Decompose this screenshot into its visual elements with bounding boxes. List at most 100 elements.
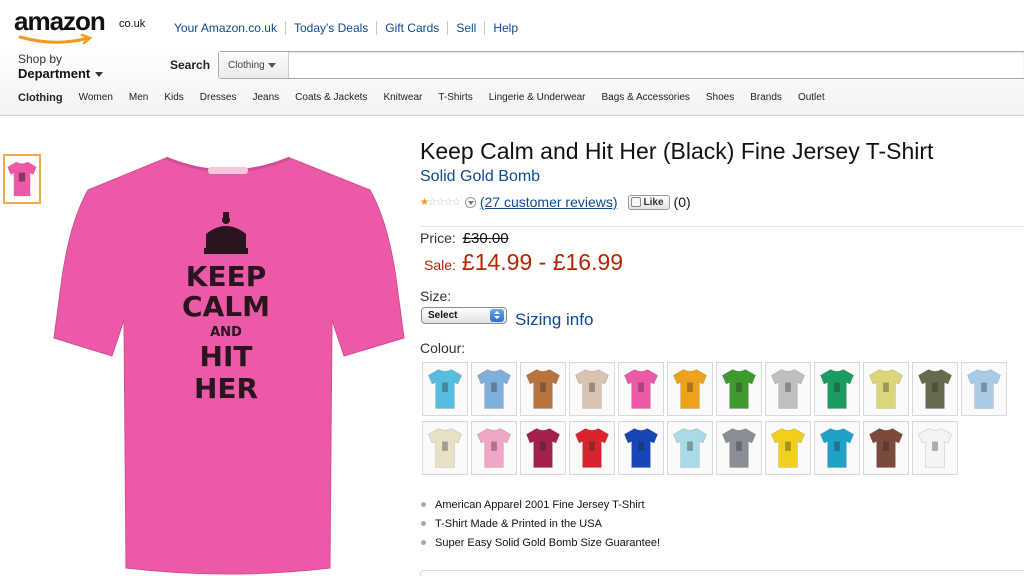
tshirt-swatch-icon [525, 428, 561, 468]
price-label: Price: [420, 230, 456, 246]
star-rating[interactable]: ★☆☆☆☆ [420, 197, 461, 208]
colour-swatch[interactable] [863, 362, 909, 416]
cat-lingerie[interactable]: Lingerie & Underwear [481, 92, 594, 104]
like-button[interactable]: Like [627, 194, 670, 210]
tshirt-swatch-icon [770, 369, 806, 409]
product-thumbnail[interactable] [3, 154, 41, 204]
tshirt-swatch-icon [819, 428, 855, 468]
tshirt-swatch-icon [574, 428, 610, 468]
logo-wordmark: amazon [14, 6, 106, 36]
top-nav: Your Amazon.co.uk Today's Deals Gift Car… [166, 21, 526, 35]
tshirt-swatch-icon [868, 369, 904, 409]
shirt-line-calm: CALM [182, 290, 270, 323]
colour-swatch[interactable] [471, 362, 517, 416]
nav-help[interactable]: Help [485, 21, 526, 35]
colour-swatch[interactable] [422, 421, 468, 475]
colour-swatch[interactable] [618, 421, 664, 475]
cat-men[interactable]: Men [121, 92, 156, 104]
tshirt-swatch-icon [427, 428, 463, 468]
sale-row: Sale: £14.99 - £16.99 [424, 249, 623, 276]
cat-t-shirts[interactable]: T-Shirts [430, 92, 480, 104]
nav-todays-deals[interactable]: Today's Deals [286, 21, 378, 35]
sale-label: Sale: [424, 257, 456, 273]
cat-women[interactable]: Women [71, 92, 121, 104]
divider [420, 570, 1024, 576]
tshirt-swatch-icon [721, 369, 757, 409]
cat-clothing[interactable]: Clothing [10, 92, 71, 104]
colour-swatch[interactable] [520, 362, 566, 416]
product-title: Keep Calm and Hit Her (Black) Fine Jerse… [420, 138, 934, 164]
colour-swatch[interactable] [961, 362, 1007, 416]
cat-shoes[interactable]: Shoes [698, 92, 742, 104]
colour-swatch[interactable] [520, 421, 566, 475]
cat-coats-jackets[interactable]: Coats & Jackets [287, 92, 375, 104]
chevron-down-icon[interactable] [464, 196, 476, 208]
tshirt-swatch-icon [427, 369, 463, 409]
colour-swatch[interactable] [765, 362, 811, 416]
sale-price: £14.99 - £16.99 [461, 249, 624, 275]
cat-outlet[interactable]: Outlet [790, 92, 833, 104]
colour-swatch[interactable] [667, 362, 713, 416]
nav-your-amazon[interactable]: Your Amazon.co.uk [166, 21, 286, 35]
search-category-value: Clothing [228, 60, 265, 71]
cat-bags-accessories[interactable]: Bags & Accessories [594, 92, 698, 104]
search-input[interactable] [290, 52, 1023, 78]
nav-sell[interactable]: Sell [448, 21, 486, 35]
feature-bullets: American Apparel 2001 Fine Jersey T-Shir… [420, 497, 660, 554]
like-count: (0) [673, 194, 691, 210]
colour-swatch[interactable] [667, 421, 713, 475]
thumbs-up-icon [630, 197, 641, 207]
original-price: £30.00 [462, 230, 509, 247]
customer-reviews-link[interactable]: (27 customer reviews) [480, 194, 618, 210]
colour-swatch[interactable] [765, 421, 811, 475]
tshirt-swatch-icon [917, 369, 953, 409]
nav-gift-cards[interactable]: Gift Cards [377, 21, 449, 35]
colour-swatch[interactable] [912, 362, 958, 416]
colour-swatch[interactable] [716, 362, 762, 416]
select-arrows-icon [490, 309, 504, 322]
department-label: Department [18, 66, 91, 81]
tshirt-swatch-icon [672, 428, 708, 468]
shirt-line-hit: HIT [200, 340, 253, 373]
tshirt-swatch-icon [623, 428, 659, 468]
colour-swatch[interactable] [569, 362, 615, 416]
shop-by-department[interactable]: Shop by Department [18, 53, 128, 82]
tshirt-swatch-icon [770, 428, 806, 468]
site-header: amazon co.uk Your Amazon.co.uk Today's D… [0, 0, 1024, 116]
tshirt-swatch-icon [966, 369, 1002, 409]
cat-kids[interactable]: Kids [156, 92, 191, 104]
colour-swatch[interactable] [814, 421, 860, 475]
cat-brands[interactable]: Brands [742, 92, 790, 104]
cat-dresses[interactable]: Dresses [192, 92, 245, 104]
brand-link[interactable]: Solid Gold Bomb [420, 168, 540, 186]
cat-knitwear[interactable]: Knitwear [375, 92, 430, 104]
size-label: Size: [420, 288, 452, 304]
colour-swatch[interactable] [618, 362, 664, 416]
size-select-value: Select [428, 310, 458, 321]
tshirt-swatch-icon [476, 369, 512, 409]
cat-jeans[interactable]: Jeans [244, 92, 287, 104]
feature-bullet: Super Easy Solid Gold Bomb Size Guarante… [420, 535, 660, 554]
colour-swatch[interactable] [569, 421, 615, 475]
logo-tld: co.uk [119, 18, 146, 30]
tshirt-swatch-icon [819, 369, 855, 409]
chevron-down-icon [267, 62, 276, 68]
tshirt-swatch-icon [868, 428, 904, 468]
colour-swatch[interactable] [912, 421, 958, 475]
rating-row: ★☆☆☆☆ (27 customer reviews) Like (0) [420, 194, 691, 210]
chevron-down-icon [95, 72, 104, 78]
shop-by-label: Shop by [18, 52, 63, 66]
tshirt-thumbnail-icon [7, 161, 37, 197]
neck-label [208, 167, 248, 174]
colour-swatch[interactable] [863, 421, 909, 475]
size-select[interactable]: Select [421, 307, 507, 324]
product-main-image[interactable]: KEEP CALM AND HIT HER [48, 150, 408, 576]
colour-swatch[interactable] [814, 362, 860, 416]
colour-swatch[interactable] [716, 421, 762, 475]
colour-swatch[interactable] [422, 362, 468, 416]
amazon-logo[interactable]: amazon co.uk [14, 6, 154, 46]
tshirt-swatch-icon [574, 369, 610, 409]
search-category-dropdown[interactable]: Clothing [219, 52, 289, 78]
colour-swatch[interactable] [471, 421, 517, 475]
sizing-info-link[interactable]: Sizing info [515, 310, 593, 330]
